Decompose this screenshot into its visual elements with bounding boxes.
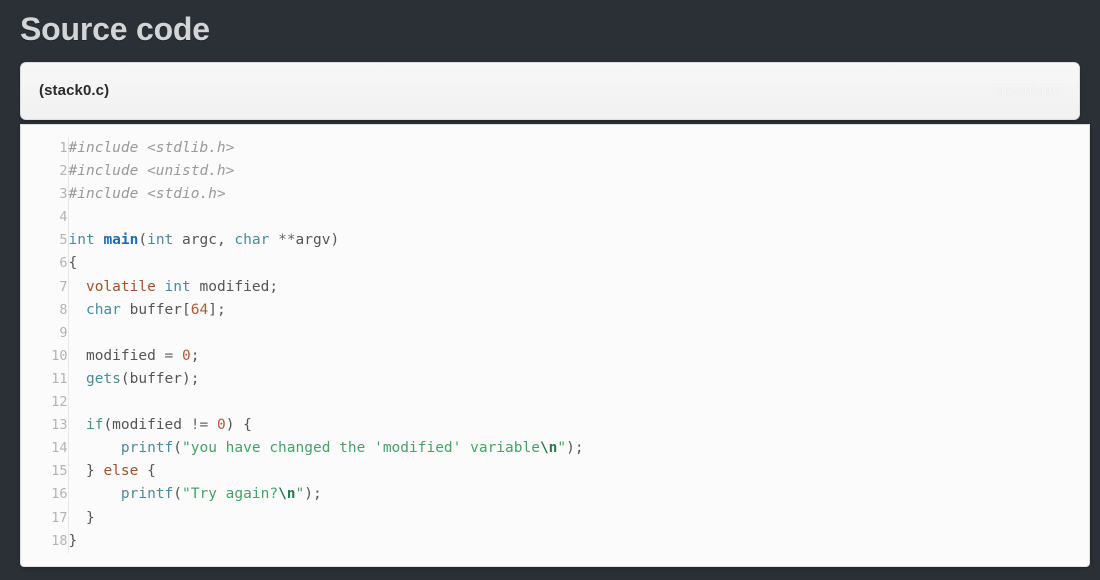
source-code-page: Source code (stack0.c) download 1 2 3 4 …: [0, 0, 1100, 580]
code-viewer[interactable]: 1 2 3 4 5 6 7 8 9 10 11 12 13 14 15 16 1…: [20, 124, 1090, 567]
code-line: printf("Try again?\n");: [120, 486, 322, 503]
code-line: #include <stdio.h>: [68, 186, 226, 203]
line-number: 13: [51, 417, 68, 434]
code-line: gets(buffer);: [85, 370, 200, 387]
line-number-gutter: 1 2 3 4 5 6 7 8 9 10 11 12 13 14 15 16 1…: [21, 137, 69, 553]
line-number: 8: [59, 301, 68, 318]
code-line: }: [85, 509, 95, 526]
line-number: 9: [59, 324, 68, 341]
line-number: 4: [59, 209, 68, 226]
code-line: modified = 0;: [85, 347, 200, 364]
line-number: 2: [59, 163, 68, 180]
line-number: 3: [59, 186, 68, 203]
code-line: #include <unistd.h>: [68, 163, 235, 180]
code-line: if(modified != 0) {: [85, 417, 252, 434]
line-number: 17: [51, 509, 68, 526]
source-code-card: (stack0.c) download 1 2 3 4 5 6 7 8 9 10…: [20, 62, 1090, 567]
code-lines[interactable]: #include <stdlib.h> #include <unistd.h> #i…: [69, 137, 1090, 553]
download-link[interactable]: download: [996, 81, 1061, 101]
code-line: }: [68, 532, 78, 549]
code-line: char buffer[64];: [85, 301, 226, 318]
line-number: 12: [51, 394, 68, 411]
line-number: 11: [51, 370, 68, 387]
code-line: printf("you have changed the 'modified' …: [120, 440, 584, 457]
page-title: Source code: [20, 11, 210, 47]
code-scroll-area[interactable]: 1 2 3 4 5 6 7 8 9 10 11 12 13 14 15 16 1…: [21, 125, 1089, 566]
line-number: 14: [51, 440, 68, 457]
line-number: 15: [51, 463, 68, 480]
code-line: {: [68, 255, 78, 272]
source-file-name: (stack0.c): [39, 82, 110, 99]
code-line: } else {: [85, 463, 156, 480]
line-number: 18: [51, 532, 68, 549]
code-line: int main(int argc, char **argv): [68, 232, 340, 249]
line-number: 1: [59, 140, 68, 156]
source-card-header: (stack0.c) download: [20, 62, 1080, 120]
line-number: 5: [59, 232, 68, 249]
code-line: #include <stdlib.h>: [68, 140, 235, 156]
line-number: 6: [59, 255, 68, 272]
line-number: 10: [51, 347, 68, 364]
code-line: volatile int modified;: [85, 278, 279, 295]
line-number: 7: [59, 278, 68, 295]
code-table: 1 2 3 4 5 6 7 8 9 10 11 12 13 14 15 16 1…: [21, 137, 1089, 553]
line-number: 16: [51, 486, 68, 503]
code-content-column[interactable]: #include <stdlib.h> #include <unistd.h> #i…: [68, 137, 1089, 553]
